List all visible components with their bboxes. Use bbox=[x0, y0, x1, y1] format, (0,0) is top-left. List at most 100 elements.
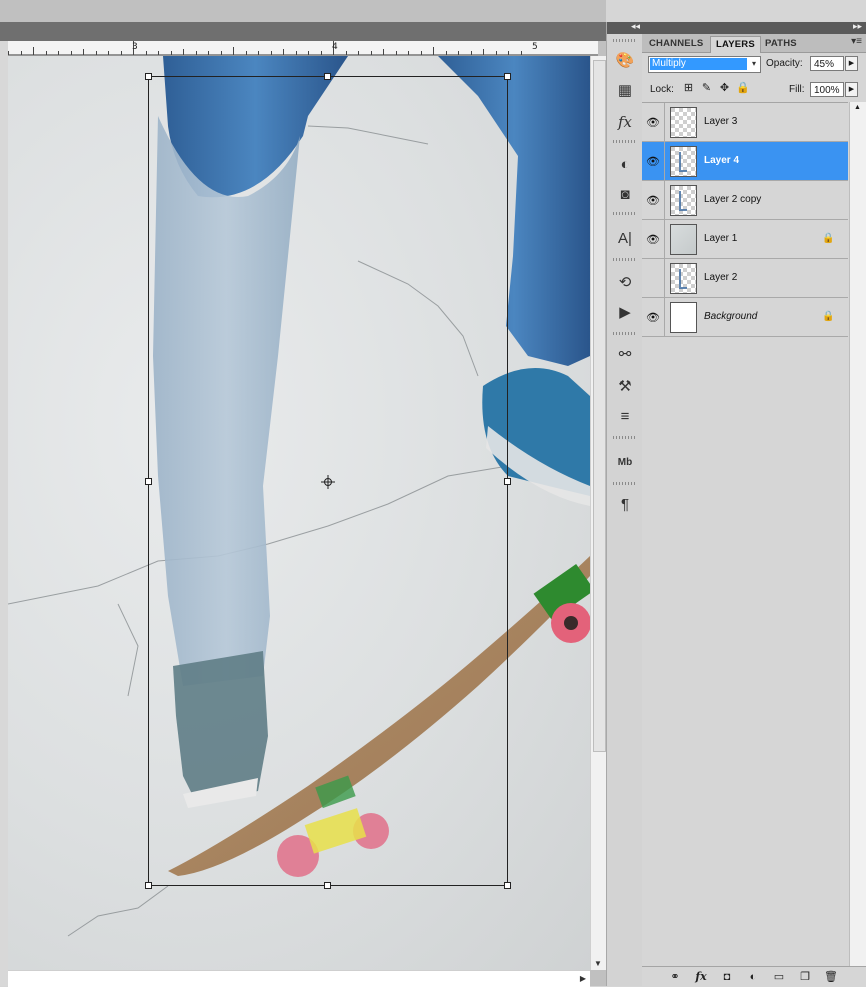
new-adjustment-layer-icon[interactable]: ◐ bbox=[744, 969, 762, 985]
new-group-icon[interactable]: ▭ bbox=[770, 969, 788, 985]
actions-play-icon[interactable]: ▶ bbox=[612, 300, 638, 324]
tab-paths[interactable]: PATHS bbox=[760, 36, 802, 52]
visibility-hidden-icon[interactable] bbox=[642, 259, 665, 297]
scroll-thumb[interactable] bbox=[593, 60, 606, 752]
layers-panel: ▸▸ CHANNELS LAYERS PATHS ▾≡ Multiply ▾ O… bbox=[642, 21, 866, 987]
layer-name: Background bbox=[704, 311, 758, 322]
lock-transparent-icon[interactable]: ⊞ bbox=[682, 82, 695, 95]
scroll-right-icon[interactable]: ▶ bbox=[580, 974, 586, 983]
dock-separator bbox=[613, 39, 637, 42]
lock-label: Lock: bbox=[650, 84, 674, 95]
layer-row-layer-1[interactable]: 👁 Layer 1 🔒 bbox=[642, 220, 848, 259]
visibility-eye-icon[interactable]: 👁 bbox=[642, 298, 665, 336]
dock-separator bbox=[613, 258, 637, 261]
stamp-icon[interactable]: ≡ bbox=[612, 404, 638, 428]
panel-header[interactable]: ▸▸ bbox=[642, 21, 866, 34]
dock-separator bbox=[613, 332, 637, 335]
layer-thumbnail bbox=[670, 185, 697, 216]
collapse-icon[interactable]: ◂◂ bbox=[631, 21, 640, 32]
canvas-artwork bbox=[8, 56, 590, 937]
layer-thumbnail bbox=[670, 263, 697, 294]
mini-bridge-icon[interactable]: Mb bbox=[612, 450, 638, 474]
layer-name: Layer 3 bbox=[704, 116, 738, 127]
left-leg-faded bbox=[153, 116, 300, 686]
character-icon[interactable]: A| bbox=[612, 226, 638, 250]
blend-mode-row: Multiply ▾ Opacity: 45% ▶ bbox=[642, 53, 866, 75]
add-mask-icon[interactable]: ◘ bbox=[718, 969, 736, 985]
document-tab-bar bbox=[0, 22, 606, 41]
lock-all-icon[interactable]: 🔒 bbox=[736, 82, 750, 95]
layer-name: Layer 2 copy bbox=[704, 194, 762, 205]
layer-row-layer-2[interactable]: Layer 2 bbox=[642, 259, 848, 298]
visibility-eye-icon[interactable]: 👁 bbox=[642, 220, 665, 258]
scroll-up-icon[interactable]: ▲ bbox=[854, 104, 861, 111]
panel-menu-icon[interactable]: ▾≡ bbox=[851, 36, 862, 47]
fill-input[interactable]: 100% bbox=[810, 82, 844, 97]
dock-separator bbox=[613, 140, 637, 143]
visibility-eye-icon[interactable]: 👁 bbox=[642, 181, 665, 219]
clone-source-icon[interactable]: ⚯ bbox=[612, 342, 638, 366]
layer-thumbnail bbox=[670, 302, 697, 333]
delete-layer-icon[interactable]: 🗑 bbox=[822, 969, 840, 985]
panel-tabs: CHANNELS LAYERS PATHS ▾≡ bbox=[642, 34, 866, 53]
adjustments-icon[interactable]: ◐ bbox=[612, 152, 638, 176]
visibility-eye-icon[interactable]: 👁 bbox=[642, 142, 665, 180]
canvas-horizontal-scrollbar[interactable]: ▶ bbox=[8, 970, 590, 987]
add-layer-style-icon[interactable]: fx bbox=[692, 969, 710, 985]
fill-label: Fill: bbox=[789, 84, 805, 95]
canvas-vertical-scrollbar[interactable]: ▼ bbox=[590, 56, 607, 970]
layer-row-background[interactable]: 👁 Background 🔒 bbox=[642, 298, 848, 337]
lock-icon: 🔒 bbox=[822, 233, 835, 244]
layer-row-layer-4[interactable]: 👁 Layer 4 bbox=[642, 142, 848, 181]
scroll-down-icon[interactable]: ▼ bbox=[594, 959, 602, 968]
lock-position-icon[interactable]: ✥ bbox=[718, 82, 731, 95]
layer-thumbnail bbox=[670, 224, 697, 255]
chevron-down-icon[interactable]: ▾ bbox=[749, 58, 759, 70]
dock-separator bbox=[613, 436, 637, 439]
tab-layers[interactable]: LAYERS bbox=[710, 36, 761, 53]
dock-header[interactable]: ◂◂ bbox=[607, 21, 643, 34]
ruler-mark-4: 4 bbox=[332, 42, 338, 52]
tab-channels[interactable]: CHANNELS bbox=[644, 36, 708, 52]
dock-separator bbox=[613, 212, 637, 215]
right-leg bbox=[438, 56, 590, 366]
layer-thumbnail bbox=[670, 146, 697, 177]
vertical-ruler bbox=[0, 41, 8, 986]
blend-mode-select[interactable]: Multiply ▾ bbox=[648, 56, 761, 73]
lock-icon: 🔒 bbox=[822, 311, 835, 322]
new-layer-icon[interactable]: ❐ bbox=[796, 969, 814, 985]
blend-mode-value: Multiply bbox=[650, 58, 747, 70]
layers-list: 👁 Layer 3 👁 Layer 4 👁 Layer 2 copy 👁 Lay… bbox=[642, 102, 848, 337]
layer-row-layer-2-copy[interactable]: 👁 Layer 2 copy bbox=[642, 181, 848, 220]
paragraph-icon[interactable]: ¶ bbox=[612, 492, 638, 516]
lock-row: Lock: ⊞ ✎ ✥ 🔒 Fill: 100% ▶ bbox=[642, 78, 866, 100]
panel-dock: ◂◂ 🎨 ▦ fx ◐ ◙ A| ⟲ ▶ ⚯ ⚒ ≡ Mb ¶ bbox=[606, 21, 644, 986]
canvas-image[interactable] bbox=[8, 56, 590, 970]
horizontal-ruler[interactable]: 3 4 5 bbox=[8, 41, 598, 57]
opacity-input[interactable]: 45% bbox=[810, 56, 844, 71]
layers-footer: ⚭ fx ◘ ◐ ▭ ❐ 🗑 bbox=[642, 966, 866, 987]
ruler-mark-5: 5 bbox=[532, 42, 538, 52]
brush-presets-icon[interactable]: 🎨 bbox=[612, 48, 638, 72]
swatches-grid-icon[interactable]: ▦ bbox=[612, 78, 638, 102]
document-window: 3 4 5 ▼ ▶ bbox=[0, 0, 607, 987]
link-layers-icon[interactable]: ⚭ bbox=[666, 969, 684, 985]
ruler-ticks bbox=[8, 41, 598, 56]
layer-name: Layer 2 bbox=[704, 272, 738, 283]
styles-fx-icon[interactable]: fx bbox=[612, 110, 638, 134]
opacity-label: Opacity: bbox=[766, 58, 803, 69]
dock-separator bbox=[613, 482, 637, 485]
lock-image-pixels-icon[interactable]: ✎ bbox=[700, 82, 713, 95]
ruler-mark-3: 3 bbox=[132, 42, 138, 52]
layer-name: Layer 4 bbox=[704, 155, 740, 166]
masks-icon[interactable]: ◙ bbox=[612, 182, 638, 206]
visibility-eye-icon[interactable]: 👁 bbox=[642, 103, 665, 141]
expand-icon[interactable]: ▸▸ bbox=[853, 21, 862, 32]
opacity-slider-arrow-icon[interactable]: ▶ bbox=[845, 56, 858, 71]
layer-row-layer-3[interactable]: 👁 Layer 3 bbox=[642, 103, 848, 142]
tool-presets-icon[interactable]: ⚒ bbox=[612, 374, 638, 398]
history-icon[interactable]: ⟲ bbox=[612, 270, 638, 294]
layers-scrollbar[interactable]: ▲ ▼ bbox=[849, 102, 866, 974]
layer-name: Layer 1 bbox=[704, 233, 738, 244]
fill-slider-arrow-icon[interactable]: ▶ bbox=[845, 82, 858, 97]
